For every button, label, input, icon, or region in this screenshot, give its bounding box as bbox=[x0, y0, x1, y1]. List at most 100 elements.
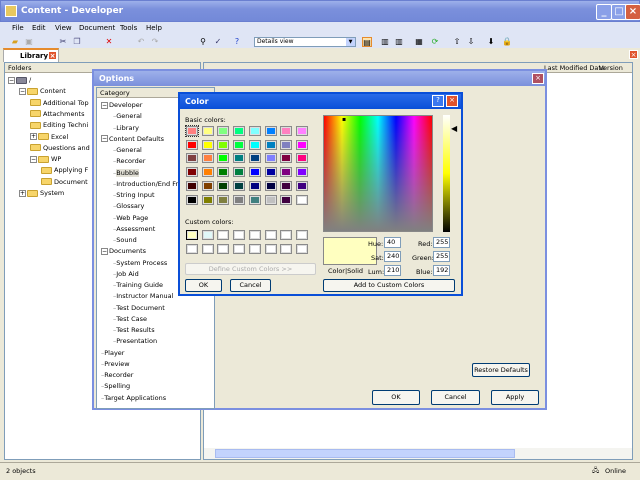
options-close-button[interactable]: × bbox=[532, 73, 544, 84]
basic-color-swatch[interactable] bbox=[217, 126, 230, 136]
category-item[interactable]: –String Input bbox=[113, 191, 155, 199]
red-field[interactable]: 255 bbox=[433, 237, 450, 248]
color-cancel-button[interactable]: Cancel bbox=[230, 279, 271, 292]
custom-color-swatch[interactable] bbox=[248, 230, 261, 240]
custom-color-swatch[interactable] bbox=[264, 244, 277, 254]
basic-color-swatch[interactable] bbox=[201, 167, 214, 178]
category-item[interactable]: –Assessment bbox=[113, 225, 155, 233]
options-cancel-button[interactable]: Cancel bbox=[431, 390, 480, 405]
luminance-slider[interactable] bbox=[443, 115, 450, 232]
menu-tools[interactable]: Tools bbox=[120, 24, 137, 32]
category-item[interactable]: –Web Page bbox=[113, 214, 148, 222]
basic-color-swatch[interactable] bbox=[295, 153, 308, 164]
basic-color-swatch[interactable] bbox=[264, 180, 277, 191]
folder-item[interactable]: + Excel bbox=[30, 133, 68, 141]
lock-icon[interactable]: 🔒 bbox=[502, 37, 512, 47]
basic-color-swatch[interactable] bbox=[201, 126, 214, 136]
custom-color-swatch[interactable] bbox=[201, 230, 214, 240]
category-item[interactable]: –Recorder bbox=[101, 371, 133, 379]
basic-color-swatch[interactable] bbox=[248, 194, 261, 205]
restore-defaults-button[interactable]: Restore Defaults bbox=[472, 363, 530, 377]
publish-icon[interactable]: ⬇ bbox=[486, 37, 496, 47]
spellcheck-icon[interactable]: ✓ bbox=[213, 37, 223, 47]
check-in-icon[interactable]: ⇧ bbox=[452, 37, 462, 47]
category-item[interactable]: –Test Results bbox=[113, 326, 155, 334]
folder-item[interactable]: − WP bbox=[30, 155, 61, 163]
collapse-icon[interactable]: − bbox=[101, 135, 108, 143]
basic-color-swatch[interactable] bbox=[233, 180, 246, 191]
folder-item[interactable]: Document bbox=[41, 178, 88, 186]
basic-color-swatch[interactable] bbox=[295, 167, 308, 178]
custom-color-swatch[interactable] bbox=[248, 244, 261, 254]
category-item[interactable]: –Preview bbox=[101, 360, 130, 368]
category-item[interactable]: − Content Defaults bbox=[101, 135, 164, 143]
collapse-icon[interactable]: − bbox=[8, 76, 15, 84]
column-last-modified[interactable]: Last Modified Date bbox=[544, 64, 605, 72]
close-tab-icon[interactable]: × bbox=[48, 51, 57, 60]
menu-file[interactable]: File bbox=[12, 24, 24, 32]
expand-icon[interactable]: + bbox=[30, 133, 37, 140]
basic-color-swatch[interactable] bbox=[217, 153, 230, 164]
custom-color-swatch[interactable] bbox=[295, 244, 308, 254]
expand-icon[interactable]: + bbox=[19, 189, 26, 197]
category-item[interactable]: –Target Applications bbox=[101, 394, 166, 402]
basic-color-swatch[interactable] bbox=[280, 167, 293, 178]
basic-color-swatch[interactable] bbox=[295, 126, 308, 136]
close-button[interactable]: × bbox=[625, 4, 640, 20]
basic-color-swatch[interactable] bbox=[217, 194, 230, 205]
custom-color-swatch[interactable] bbox=[280, 230, 293, 240]
category-item[interactable]: –Introduction/End Fr bbox=[113, 180, 178, 188]
custom-color-swatch[interactable] bbox=[201, 244, 214, 254]
scroll-thumb[interactable] bbox=[215, 449, 515, 458]
basic-color-swatch[interactable] bbox=[201, 153, 214, 164]
folder-item[interactable]: Additional Top bbox=[30, 99, 89, 107]
basic-color-swatch[interactable] bbox=[280, 194, 293, 205]
basic-color-swatch[interactable] bbox=[233, 126, 246, 136]
redo-icon[interactable]: ↷ bbox=[150, 37, 160, 47]
refresh-icon[interactable]: ⟳ bbox=[430, 37, 440, 47]
open-icon[interactable]: ▰ bbox=[10, 37, 20, 47]
category-item[interactable]: –Glossary bbox=[113, 202, 144, 210]
collapse-icon[interactable]: − bbox=[101, 247, 108, 255]
category-item[interactable]: − Documents bbox=[101, 247, 146, 255]
horizontal-scrollbar[interactable] bbox=[204, 448, 632, 459]
luminance-arrow-icon[interactable]: ◀ bbox=[451, 124, 457, 133]
cut-icon[interactable]: ✂ bbox=[58, 37, 68, 47]
basic-color-swatch[interactable] bbox=[186, 167, 198, 178]
category-item[interactable]: –Sound bbox=[113, 236, 137, 244]
basic-color-swatch[interactable] bbox=[264, 153, 277, 164]
folder-item[interactable]: − / bbox=[8, 76, 31, 84]
basic-color-swatch[interactable] bbox=[264, 126, 277, 136]
undo-icon[interactable]: ↶ bbox=[136, 37, 146, 47]
basic-color-swatch[interactable] bbox=[233, 139, 246, 150]
basic-color-swatch[interactable] bbox=[248, 126, 261, 136]
basic-color-swatch[interactable] bbox=[217, 139, 230, 150]
category-item[interactable]: –Job Aid bbox=[113, 270, 139, 278]
color-spectrum[interactable] bbox=[323, 115, 433, 232]
category-item[interactable]: − Developer bbox=[101, 101, 142, 109]
basic-color-swatch[interactable] bbox=[280, 180, 293, 191]
column-version[interactable]: Version bbox=[599, 64, 623, 72]
basic-color-swatch[interactable] bbox=[201, 180, 214, 191]
menu-view[interactable]: View bbox=[55, 24, 72, 32]
custom-color-swatch[interactable] bbox=[186, 244, 198, 254]
delete-icon[interactable]: ✕ bbox=[104, 37, 114, 47]
basic-color-swatch[interactable] bbox=[185, 125, 199, 137]
basic-color-swatch[interactable] bbox=[248, 167, 261, 178]
category-item[interactable]: –Instructor Manual bbox=[113, 292, 173, 300]
basic-color-swatch[interactable] bbox=[280, 139, 293, 150]
basic-color-swatch[interactable] bbox=[248, 180, 261, 191]
category-item[interactable]: –System Process bbox=[113, 259, 167, 267]
custom-color-swatch[interactable] bbox=[280, 244, 293, 254]
options-ok-button[interactable]: OK bbox=[372, 390, 420, 405]
view-select[interactable]: Details view ▼ bbox=[254, 37, 356, 47]
custom-color-swatch[interactable] bbox=[264, 230, 277, 240]
basic-color-swatch[interactable] bbox=[217, 180, 230, 191]
custom-color-swatch[interactable] bbox=[217, 244, 230, 254]
folder-item[interactable]: Applying F bbox=[41, 166, 88, 174]
category-item[interactable]: –Recorder bbox=[113, 157, 145, 165]
add-to-custom-colors-button[interactable]: Add to Custom Colors bbox=[323, 279, 455, 292]
basic-color-swatch[interactable] bbox=[201, 194, 214, 205]
category-item[interactable]: –General bbox=[113, 112, 142, 120]
category-item[interactable]: –Training Guide bbox=[113, 281, 163, 289]
